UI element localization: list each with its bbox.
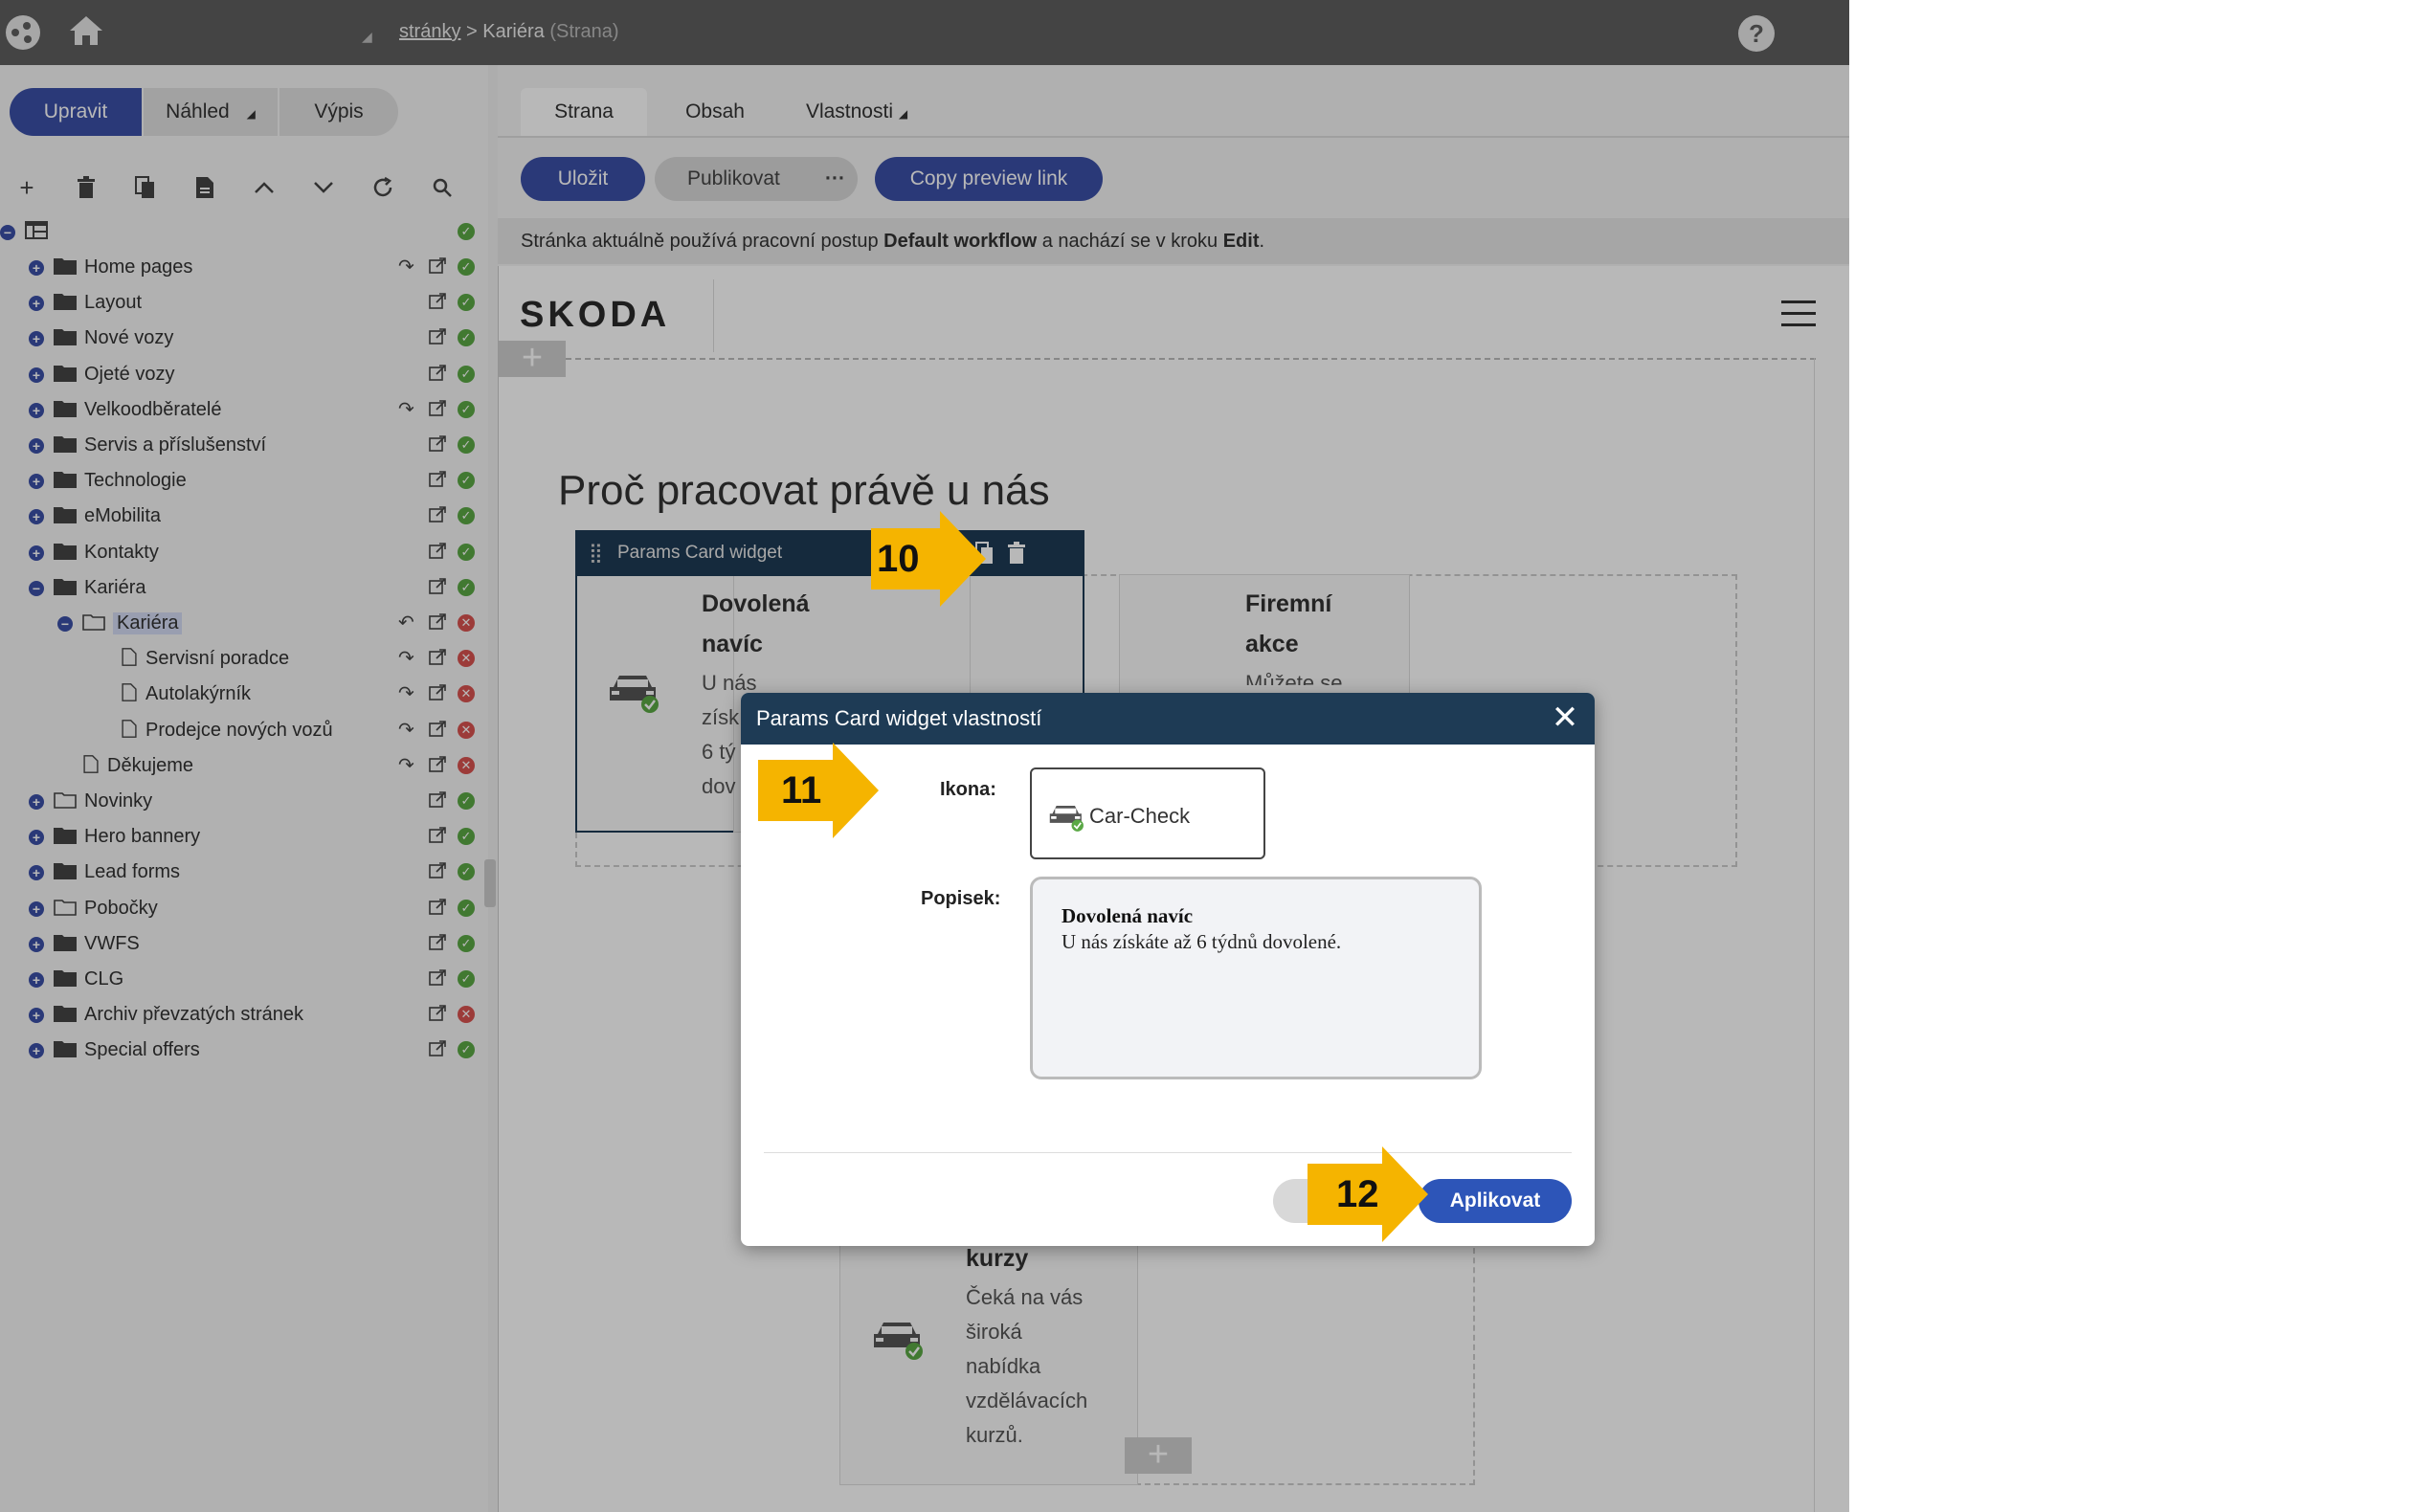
close-icon[interactable]: ✕ bbox=[1551, 701, 1579, 734]
dialog-footer-divider bbox=[764, 1152, 1572, 1153]
step-number: 12 bbox=[1336, 1173, 1379, 1215]
description-editor[interactable]: Dovolená navíc U nás získáte až 6 týdnů … bbox=[1030, 877, 1482, 1079]
description-field-label: Popisek: bbox=[921, 888, 1001, 909]
step-marker-10: 10 bbox=[871, 511, 986, 607]
dialog-title: Params Card widget vlastností bbox=[741, 693, 1595, 745]
description-title: Dovolená navíc bbox=[1062, 904, 1194, 927]
step-marker-12: 12 bbox=[1308, 1146, 1428, 1242]
step-number: 11 bbox=[781, 769, 822, 812]
step-number: 10 bbox=[877, 538, 920, 580]
car-check-icon bbox=[1049, 805, 1084, 832]
description-text: U nás získáte až 6 týdnů dovolené. bbox=[1062, 930, 1342, 953]
app-window: ◢ stránky > Kariéra (Strana) ? Upravit N… bbox=[0, 0, 1849, 1512]
icon-picker-value: Car-Check bbox=[1089, 804, 1191, 828]
step-marker-11: 11 bbox=[758, 743, 879, 838]
apply-button[interactable]: Aplikovat bbox=[1419, 1179, 1572, 1223]
icon-field-label: Ikona: bbox=[940, 779, 996, 800]
icon-picker[interactable]: Car-Check bbox=[1030, 767, 1265, 859]
